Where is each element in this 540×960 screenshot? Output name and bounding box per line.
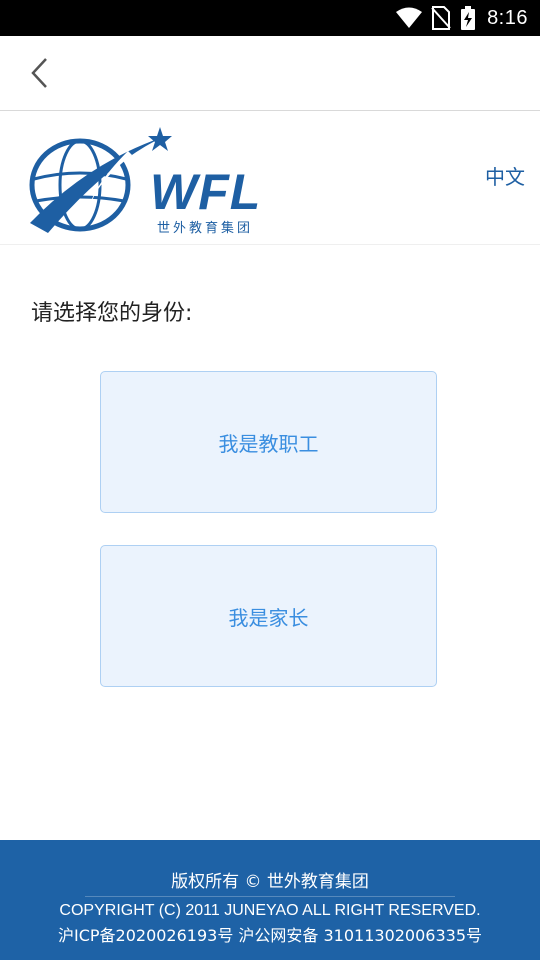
wifi-icon	[395, 7, 423, 29]
footer-rights: 版权所有 © 世外教育集团	[171, 872, 369, 892]
parent-role-label: 我是家长	[228, 605, 309, 630]
no-sim-icon	[431, 6, 451, 30]
footer-icp: 沪ICP备2020026193号 沪公网安备 31011302006335号	[57, 926, 483, 945]
footer-copyright: COPYRIGHT (C) 2011 JUNEYAO ALL RIGHT RES…	[59, 902, 481, 919]
parent-role-button[interactable]: 我是家长	[100, 545, 437, 687]
header: WFL 世外教育集团 中文	[0, 111, 540, 245]
wfl-logo: WFL 世外教育集团	[28, 123, 278, 236]
footer-divider	[85, 896, 455, 897]
staff-role-label: 我是教职工	[218, 431, 319, 456]
nav-bar	[0, 36, 540, 111]
battery-charging-icon	[461, 6, 476, 30]
status-bar: 8:16	[0, 0, 540, 36]
status-time: 8:16	[487, 6, 528, 29]
status-icons: 8:16	[395, 0, 528, 36]
chevron-left-icon	[31, 58, 47, 88]
logo-wordmark: WFL	[150, 164, 262, 220]
staff-role-button[interactable]: 我是教职工	[100, 371, 437, 513]
footer: 版权所有 © 世外教育集团 COPYRIGHT (C) 2011 JUNEYAO…	[0, 840, 540, 960]
language-toggle[interactable]: 中文	[485, 161, 525, 190]
role-prompt: 请选择您的身份:	[31, 301, 193, 326]
logo-subtitle: 世外教育集团	[157, 221, 254, 236]
back-button[interactable]	[18, 50, 62, 96]
